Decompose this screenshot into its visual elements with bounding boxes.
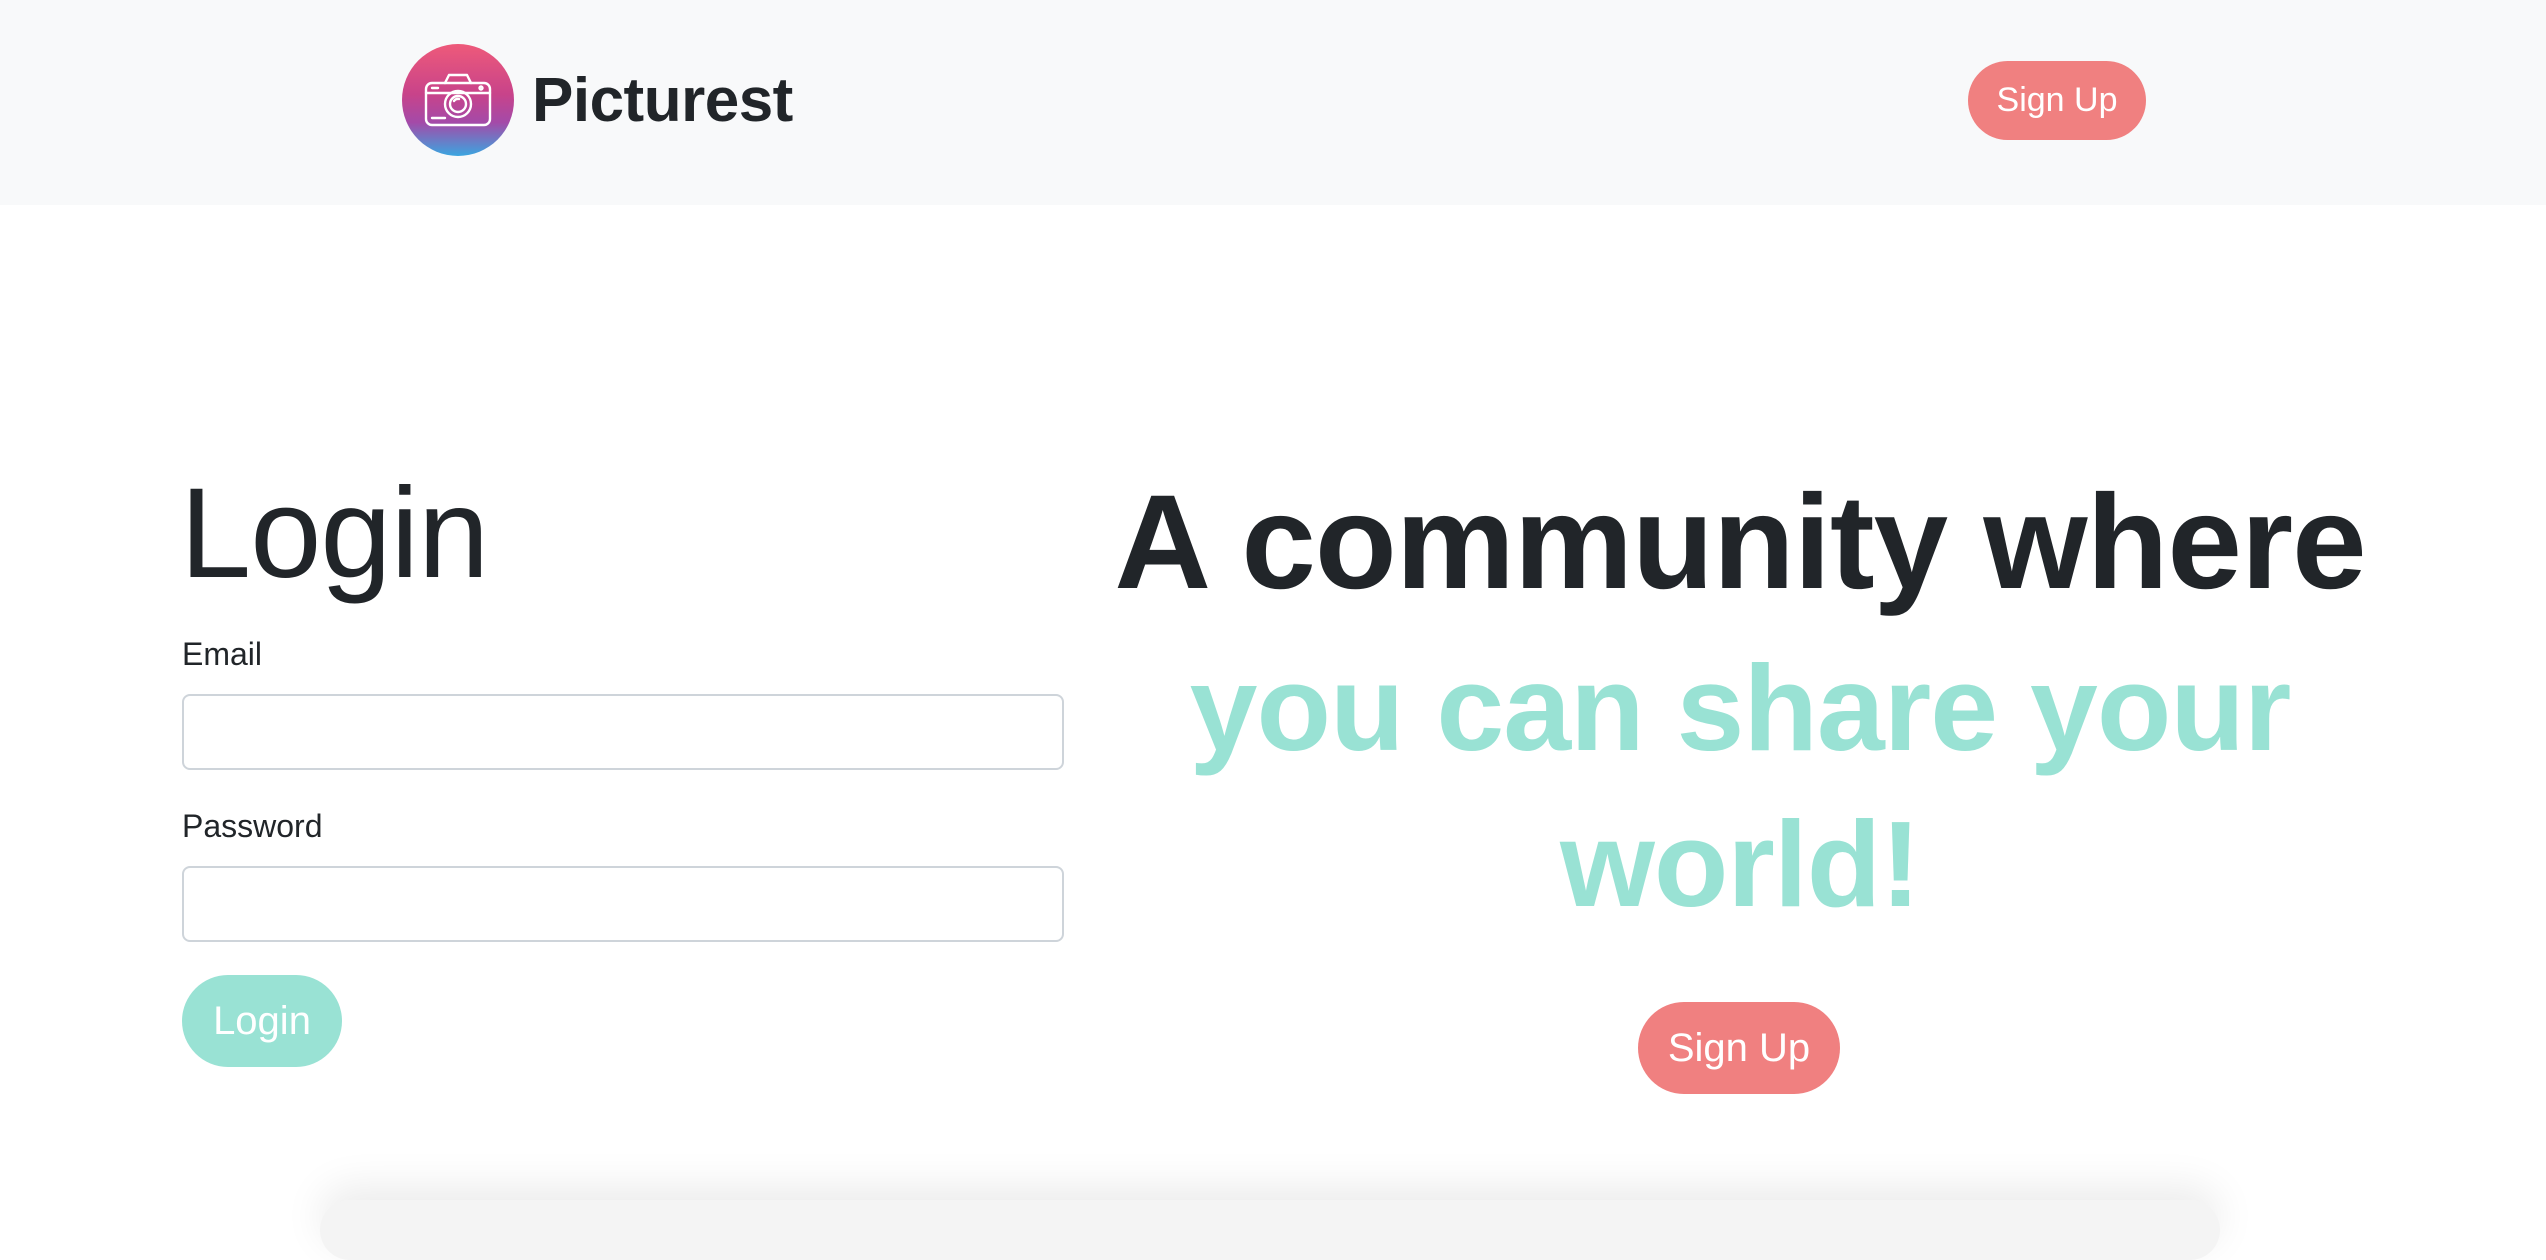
camera-icon (402, 44, 514, 156)
email-label: Email (182, 636, 263, 672)
brand-link[interactable]: Picturest (402, 43, 793, 157)
navbar: Picturest Sign Up (0, 0, 2546, 205)
password-field[interactable] (182, 866, 1064, 942)
email-field[interactable] (182, 694, 1064, 770)
hero-headline: A community where (1114, 468, 2366, 617)
hero-signup-button[interactable]: Sign Up (1638, 1002, 1840, 1094)
hero-subheadline: you can share your world! (1189, 640, 2292, 932)
navbar-signup-button[interactable]: Sign Up (1968, 61, 2146, 140)
password-label: Password (182, 808, 323, 844)
content-card-edge (320, 1200, 2220, 1260)
login-button[interactable]: Login (182, 975, 342, 1067)
hero-section: A community where you can share your wor… (1100, 468, 2380, 942)
brand-name: Picturest (532, 65, 793, 135)
login-title: Login (180, 462, 489, 605)
